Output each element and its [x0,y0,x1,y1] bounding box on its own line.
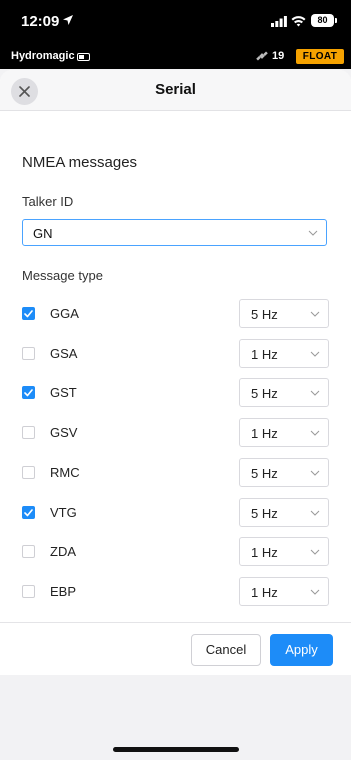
rate-select-ebp[interactable]: 1 Hz [239,577,329,606]
message-name: ZDA [50,544,76,559]
chevron-down-icon [308,230,318,236]
footer-divider [0,622,351,623]
wifi-icon [291,16,306,27]
message-name: RMC [50,465,80,480]
app-name: Hydromagic [11,50,75,62]
rate-select-zda[interactable]: 1 Hz [239,537,329,566]
message-name: GST [50,385,77,400]
message-row-gst: GST 5 Hz [0,378,351,408]
rate-select-gga[interactable]: 5 Hz [239,299,329,328]
talker-id-select[interactable]: GN [22,219,327,246]
status-time: 12:09 [21,13,60,30]
message-type-label: Message type [22,268,103,283]
app-bar: Hydromagic 19 FLOAT [0,44,351,69]
message-row-gga: GGA 5 Hz [0,299,351,329]
satellite-count: 19 [272,50,285,62]
section-title: NMEA messages [22,154,138,171]
serial-dialog: Serial NMEA messages Talker ID GN Messag… [0,70,351,760]
dialog-header: Serial [0,70,351,111]
status-bar: 12:09 80 [0,0,351,44]
rate-select-gsa[interactable]: 1 Hz [239,339,329,368]
message-name: GSA [50,346,78,361]
checkmark-icon [24,389,33,397]
talker-id-label: Talker ID [22,194,74,209]
checkbox-gsa[interactable] [22,347,35,360]
home-indicator [113,747,239,752]
rate-value: 5 Hz [251,466,278,481]
fix-status-badge: FLOAT [296,49,344,64]
satellite-icon [256,51,268,61]
talker-id-value: GN [33,226,53,241]
message-row-rmc: RMC 5 Hz [0,458,351,488]
chevron-down-icon [310,589,320,595]
checkmark-icon [24,509,33,517]
message-name: EBP [50,584,77,599]
chevron-down-icon [310,470,320,476]
rate-value: 1 Hz [251,426,278,441]
rate-value: 5 Hz [251,386,278,401]
rate-value: 1 Hz [251,585,278,600]
rate-select-gst[interactable]: 5 Hz [239,378,329,407]
chevron-down-icon [310,351,320,357]
cancel-button[interactable]: Cancel [191,634,261,666]
apply-button[interactable]: Apply [270,634,333,666]
device-battery-icon [77,53,90,61]
message-row-gsv: GSV 1 Hz [0,418,351,448]
checkmark-icon [24,310,33,318]
checkbox-gga[interactable] [22,307,35,320]
rate-select-vtg[interactable]: 5 Hz [239,498,329,527]
rate-value: 5 Hz [251,506,278,521]
chevron-down-icon [310,390,320,396]
rate-value: 1 Hz [251,545,278,560]
rate-select-gsv[interactable]: 1 Hz [239,418,329,447]
rate-value: 5 Hz [251,307,278,322]
location-arrow-icon [63,15,73,25]
rate-value: 1 Hz [251,347,278,362]
checkbox-rmc[interactable] [22,466,35,479]
chevron-down-icon [310,430,320,436]
rate-select-rmc[interactable]: 5 Hz [239,458,329,487]
signal-icon [271,16,287,27]
chevron-down-icon [310,549,320,555]
message-row-ebp: EBP 1 Hz [0,577,351,607]
checkbox-vtg[interactable] [22,506,35,519]
dialog-title: Serial [155,81,196,98]
message-name: GGA [50,306,79,321]
chevron-down-icon [310,311,320,317]
message-row-zda: ZDA 1 Hz [0,537,351,567]
checkbox-zda[interactable] [22,545,35,558]
battery-icon: 80 [311,14,334,27]
checkbox-gsv[interactable] [22,426,35,439]
message-row-vtg: VTG 5 Hz [0,498,351,528]
message-name: GSV [50,425,78,440]
chevron-down-icon [310,510,320,516]
battery-tip [335,18,337,23]
message-name: VTG [50,505,77,520]
checkbox-gst[interactable] [22,386,35,399]
message-row-gsa: GSA 1 Hz [0,339,351,369]
checkbox-ebp[interactable] [22,585,35,598]
